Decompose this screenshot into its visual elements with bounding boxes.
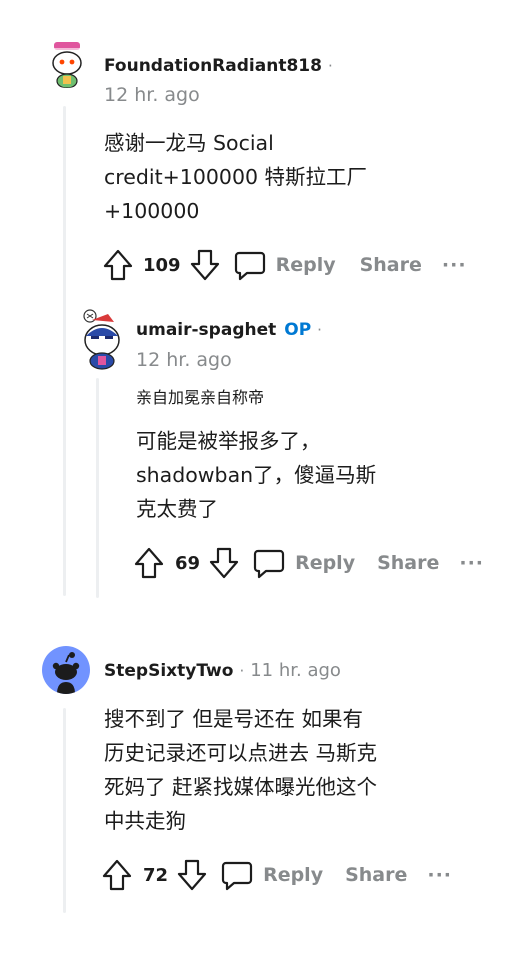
avatar[interactable] [42,36,92,88]
body-line: shadowban了，傻逼马斯 [136,463,377,487]
username[interactable]: umair-spaghet [136,320,276,340]
upvote-icon[interactable] [101,858,133,892]
upvote-icon[interactable] [133,546,165,580]
more-options-button[interactable]: ··· [427,864,452,886]
separator-dot: · [317,321,322,339]
avatar[interactable] [78,308,126,370]
body-line: 历史记录还可以点进去 马斯克 [104,741,378,765]
more-options-button[interactable]: ··· [459,552,484,574]
separator-dot: · [327,57,333,75]
body-line: 感谢一龙马 Social [104,131,274,155]
timestamp[interactable]: 12 hr. ago [104,84,200,106]
body-line: credit+100000 特斯拉工厂 [104,165,368,189]
comment-2-actions: 69 Reply Share ··· [133,546,484,580]
vote-score: 72 [143,864,169,886]
thread-line-1[interactable] [63,106,66,596]
reply-button[interactable]: Reply [276,254,336,276]
comment-1-header: FoundationRadiant818 · [104,56,339,76]
avatar[interactable] [42,646,90,694]
reply-icon[interactable] [220,858,254,892]
comment-3-body: 搜不到了 但是号还在 如果有 历史记录还可以点进去 马斯克 死妈了 赶紧找媒体曝… [104,702,377,838]
comment-2-header: umair-spaghet OP · [136,320,328,340]
more-options-button[interactable]: ··· [442,254,467,276]
share-button[interactable]: Share [345,864,407,886]
body-line: 中共走狗 [104,809,186,833]
share-button[interactable]: Share [377,552,439,574]
vote-score: 109 [143,254,181,276]
comment-3-actions: 72 Reply Share ··· [101,858,452,892]
downvote-icon[interactable] [208,546,240,580]
body-line: 死妈了 赶紧找媒体曝光他这个 [104,775,378,799]
comment-1-actions: 109 Reply Share ··· [102,248,467,282]
thread-line-3[interactable] [63,708,66,913]
reddit-alien-avatar [52,652,80,694]
downvote-icon[interactable] [176,858,208,892]
downvote-icon[interactable] [189,248,221,282]
comment-2-body: 可能是被举报多了， shadowban了，傻逼马斯 克太费了 [136,424,376,526]
op-badge: OP [284,320,312,340]
reply-icon[interactable] [252,546,286,580]
separator-dot: · [239,661,245,680]
upvote-icon[interactable] [102,248,134,282]
snoo-avatar-icon [83,309,120,370]
reply-button[interactable]: Reply [295,552,355,574]
body-line: 克太费了 [136,497,218,521]
comment-1-body: 感谢一龙马 Social credit+100000 特斯拉工厂 +100000 [104,126,367,228]
username[interactable]: FoundationRadiant818 [104,56,322,76]
user-flair: 亲自加冕亲自称帝 [136,388,265,407]
body-line: 可能是被举报多了， [136,429,321,453]
vote-score: 69 [175,552,201,574]
thread-line-2[interactable] [96,378,99,598]
reply-icon[interactable] [233,248,267,282]
share-button[interactable]: Share [360,254,422,276]
body-line: 搜不到了 但是号还在 如果有 [104,707,364,731]
body-line: +100000 [104,199,200,223]
reply-button[interactable]: Reply [263,864,323,886]
snoo-avatar-icon [52,42,82,88]
username[interactable]: StepSixtyTwo [104,661,233,681]
timestamp[interactable]: 12 hr. ago [136,349,232,371]
timestamp[interactable]: 11 hr. ago [250,660,341,681]
comment-3-header: StepSixtyTwo · 11 hr. ago [104,660,341,681]
